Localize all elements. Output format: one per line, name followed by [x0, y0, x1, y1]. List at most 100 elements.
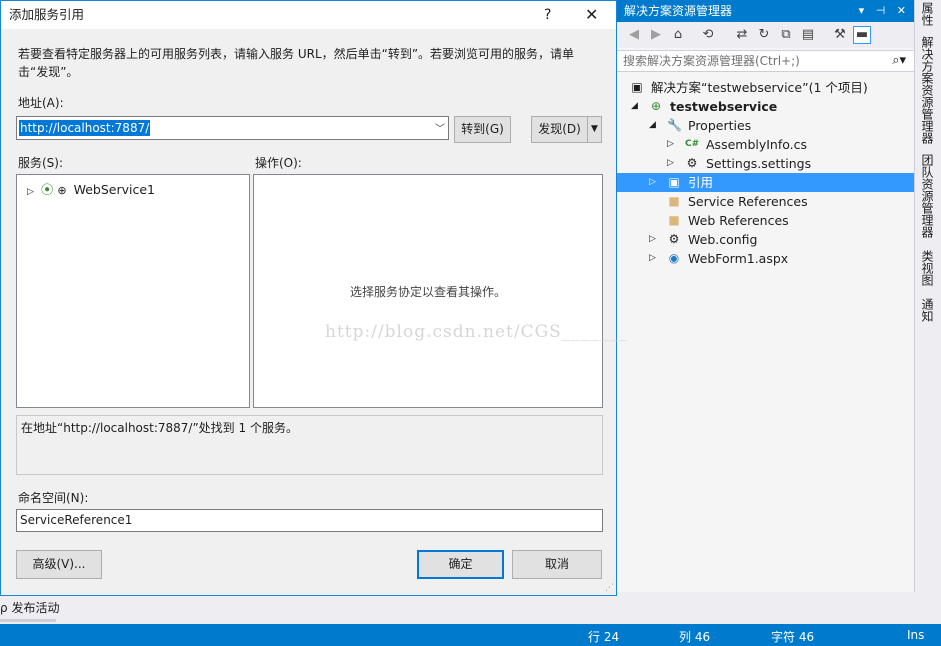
- address-combobox[interactable]: http://localhost:7887/ ﹀: [16, 116, 449, 140]
- discover-label: 发现(D): [538, 122, 581, 136]
- tab-underline: [0, 619, 56, 622]
- watermark: http://blog.csdn.net/CGS_______: [325, 322, 629, 342]
- tree-item-solution[interactable]: ▣ 解决方案“testwebservice”(1 个项目): [617, 78, 914, 97]
- tree-item-assemblyinfo[interactable]: ▷ C# AssemblyInfo.cs: [617, 135, 914, 154]
- cancel-button[interactable]: 取消: [512, 550, 602, 579]
- solution-explorer: 解决方案资源管理器 ▾ ⊣ ✕ ◀ ▶ ⌂ ⟲ ⇄ ↻ ⧉ ▤ ⚒ ▬ 搜索解决…: [616, 0, 914, 592]
- ok-button[interactable]: 确定: [417, 550, 504, 579]
- solution-explorer-titlebar: 解决方案资源管理器 ▾ ⊣ ✕: [617, 0, 914, 22]
- go-button[interactable]: 转到(G): [454, 116, 511, 143]
- show-all-files-icon[interactable]: ▤: [799, 26, 817, 44]
- operations-list[interactable]: 选择服务协定以查看其操作。: [253, 174, 603, 408]
- side-tab-properties[interactable]: 属性: [919, 2, 936, 26]
- namespace-label: 命名空间(N):: [18, 491, 89, 505]
- tree-label: 引用: [688, 175, 714, 190]
- address-value: http://localhost:7887/: [19, 120, 151, 136]
- tree-label: AssemblyInfo.cs: [706, 137, 808, 152]
- side-tab-class-view[interactable]: 类视图: [919, 250, 936, 286]
- publish-activity-label: 发布活动: [11, 601, 60, 615]
- chevron-down-icon[interactable]: ﹀: [435, 120, 445, 135]
- status-message: 在地址“http://localhost:7887/”处找到 1 个服务。: [21, 421, 298, 435]
- search-icon[interactable]: ⌕▾: [892, 51, 906, 71]
- solution-icon: ▣: [631, 80, 643, 94]
- status-bar: 行 24 列 46 字符 46 Ins: [0, 624, 941, 646]
- services-label: 服务(S):: [18, 156, 64, 170]
- window-controls[interactable]: ▾ ⊣ ✕: [859, 0, 910, 22]
- sync-icon[interactable]: ⇄: [733, 26, 751, 44]
- service-item[interactable]: ▷ ⦿ ⊕ WebService1: [27, 179, 155, 198]
- discover-button[interactable]: 发现(D) ▼: [531, 116, 602, 143]
- tree-item-webconfig[interactable]: ▷ ⚙ Web.config: [617, 230, 914, 249]
- search-placeholder: 搜索解决方案资源管理器(Ctrl+;): [623, 54, 800, 68]
- publish-activity-tab[interactable]: ρ 发布活动: [0, 599, 59, 616]
- dialog-title: 添加服务引用: [9, 7, 85, 22]
- collapse-all-icon[interactable]: ⧉: [777, 26, 795, 44]
- csharp-file-icon: C#: [685, 139, 700, 149]
- status-message-box: 在地址“http://localhost:7887/”处找到 1 个服务。: [16, 415, 603, 475]
- folder-icon: ■: [668, 213, 680, 227]
- collapsed-arrow-icon[interactable]: ▷: [667, 135, 674, 154]
- advanced-button[interactable]: 高级(V)...: [16, 550, 102, 579]
- close-icon[interactable]: ✕: [585, 1, 598, 29]
- history-icon[interactable]: ⟲: [699, 26, 717, 44]
- globe-icon: ⊕: [57, 184, 67, 197]
- collapsed-arrow-icon[interactable]: ▷: [667, 154, 674, 173]
- service-contract-icon: ⦿: [40, 182, 54, 197]
- side-tab-team-explorer[interactable]: 团队资源管理器: [919, 154, 936, 238]
- back-icon[interactable]: ◀: [625, 26, 643, 44]
- wrench-icon: 🔧: [667, 118, 682, 132]
- solution-search-input[interactable]: 搜索解决方案资源管理器(Ctrl+;) ⌕▾: [617, 50, 914, 72]
- operations-placeholder: 选择服务协定以查看其操作。: [349, 285, 506, 299]
- collapsed-arrow-icon[interactable]: ▷: [649, 173, 656, 192]
- tree-item-service-references[interactable]: ■ Service References: [617, 192, 914, 211]
- tree-label: Web.config: [688, 232, 758, 247]
- solution-explorer-title: 解决方案资源管理器: [624, 4, 733, 18]
- solution-tree: ▣ 解决方案“testwebservice”(1 个项目) ◢ ⊕ testwe…: [617, 78, 914, 268]
- collapsed-arrow-icon[interactable]: ▷: [27, 187, 34, 197]
- side-tab-solution-explorer[interactable]: 解决方案资源管理器: [919, 36, 936, 144]
- tree-item-webform1[interactable]: ▷ ◉ WebForm1.aspx: [617, 249, 914, 268]
- collapsed-arrow-icon[interactable]: ▷: [649, 230, 656, 249]
- status-char: 字符 46: [771, 630, 815, 644]
- resize-grip-icon[interactable]: ⋰: [605, 583, 614, 593]
- config-file-icon: ⚙: [668, 232, 680, 246]
- address-label: 地址(A):: [18, 96, 64, 110]
- expanded-arrow-icon[interactable]: ◢: [649, 116, 656, 135]
- properties-wrench-icon[interactable]: ⚒: [831, 26, 849, 44]
- forward-icon[interactable]: ▶: [647, 26, 665, 44]
- preview-toggle-icon[interactable]: ▬: [853, 26, 871, 44]
- folder-icon: ■: [668, 194, 680, 208]
- tree-label: Service References: [688, 194, 808, 209]
- services-tree[interactable]: ▷ ⦿ ⊕ WebService1: [16, 174, 250, 408]
- home-icon[interactable]: ⌂: [669, 26, 687, 44]
- dialog-titlebar: 添加服务引用 ? ✕: [1, 1, 616, 29]
- side-tab-strip: 属性 解决方案资源管理器 团队资源管理器 类视图 通知: [914, 0, 941, 592]
- status-col: 列 46: [679, 630, 711, 644]
- tree-label: Settings.settings: [706, 156, 812, 171]
- side-tab-notifications[interactable]: 通知: [919, 298, 936, 322]
- expanded-arrow-icon[interactable]: ◢: [631, 97, 638, 116]
- service-name: WebService1: [73, 182, 156, 197]
- tree-item-settings[interactable]: ▷ ⚙ Settings.settings: [617, 154, 914, 173]
- operations-label: 操作(O):: [255, 156, 302, 170]
- dropdown-arrow-icon[interactable]: ▼: [587, 117, 601, 142]
- namespace-input[interactable]: ServiceReference1: [16, 509, 603, 532]
- collapsed-arrow-icon[interactable]: ▷: [649, 249, 656, 268]
- status-mode: Ins: [907, 628, 925, 642]
- tree-label: Web References: [688, 213, 789, 228]
- help-button[interactable]: ?: [544, 1, 551, 29]
- tree-label: testwebservice: [670, 99, 778, 114]
- tree-label: Properties: [688, 118, 752, 133]
- intro-text: 若要查看特定服务器上的可用服务列表，请输入服务 URL，然后单击“转到”。若要浏…: [18, 47, 575, 79]
- tree-item-references[interactable]: ▷ ▣ 引用: [617, 173, 914, 192]
- tree-item-project[interactable]: ◢ ⊕ testwebservice: [617, 97, 914, 116]
- status-line: 行 24: [588, 630, 620, 644]
- tree-item-web-references[interactable]: ■ Web References: [617, 211, 914, 230]
- tree-label: 解决方案“testwebservice”(1 个项目): [651, 80, 868, 95]
- gear-icon: ⚙: [686, 156, 698, 170]
- web-form-icon: ◉: [668, 251, 680, 265]
- references-icon: ▣: [668, 175, 680, 189]
- add-service-reference-dialog: 添加服务引用 ? ✕ 若要查看特定服务器上的可用服务列表，请输入服务 URL，然…: [0, 0, 617, 596]
- refresh-icon[interactable]: ↻: [755, 26, 773, 44]
- tree-item-properties[interactable]: ◢ 🔧 Properties: [617, 116, 914, 135]
